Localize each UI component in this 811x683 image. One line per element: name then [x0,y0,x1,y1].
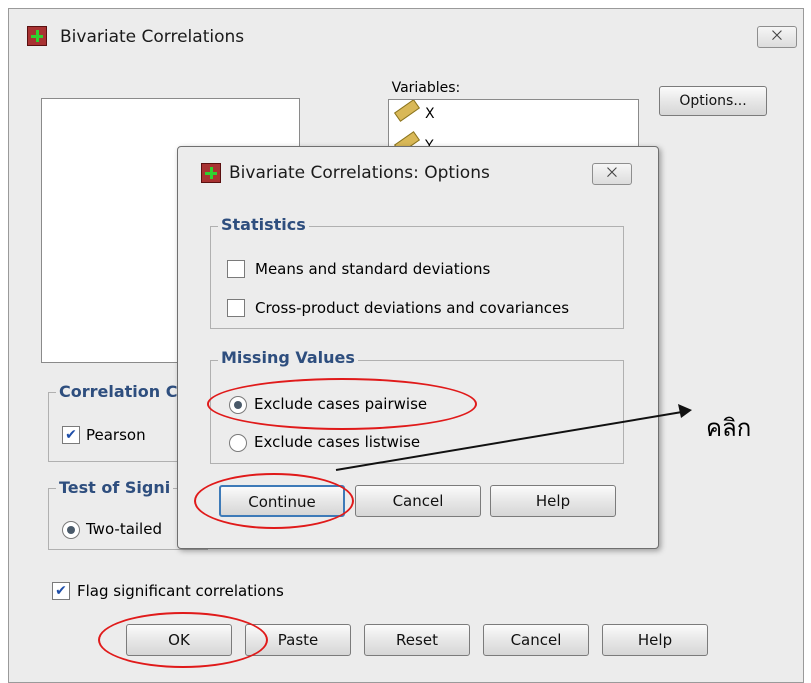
annotation-arrow [335,404,692,471]
click-annotation-text: คลิก [706,414,752,442]
